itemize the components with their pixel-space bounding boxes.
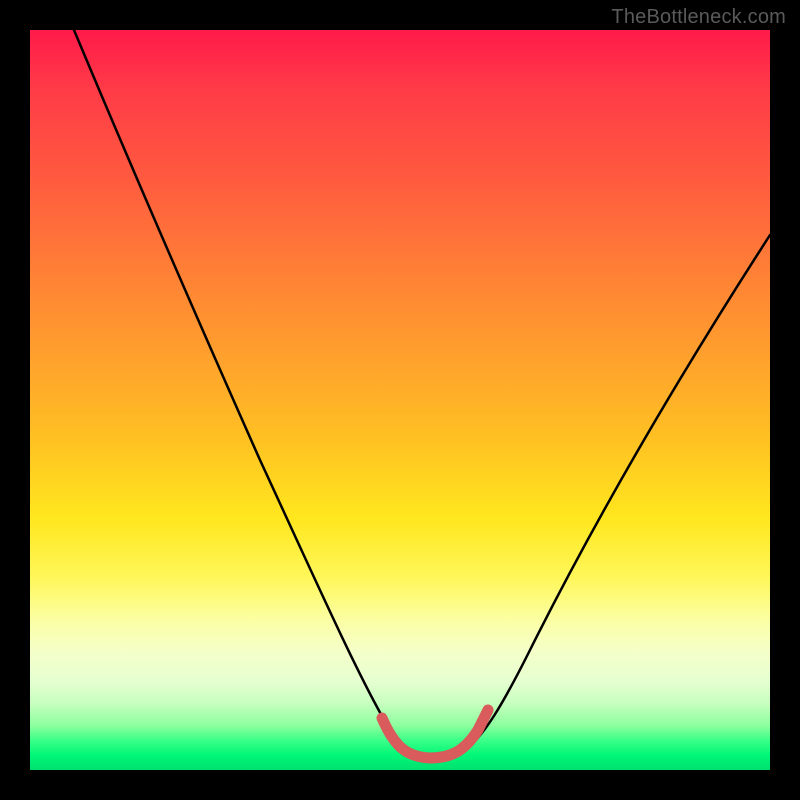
highlight-segment: [382, 710, 488, 758]
watermark-text: TheBottleneck.com: [611, 6, 786, 29]
curve-layer: [30, 30, 770, 770]
plot-area: [30, 30, 770, 770]
bottleneck-curve: [74, 30, 770, 758]
chart-frame: TheBottleneck.com: [0, 0, 800, 800]
